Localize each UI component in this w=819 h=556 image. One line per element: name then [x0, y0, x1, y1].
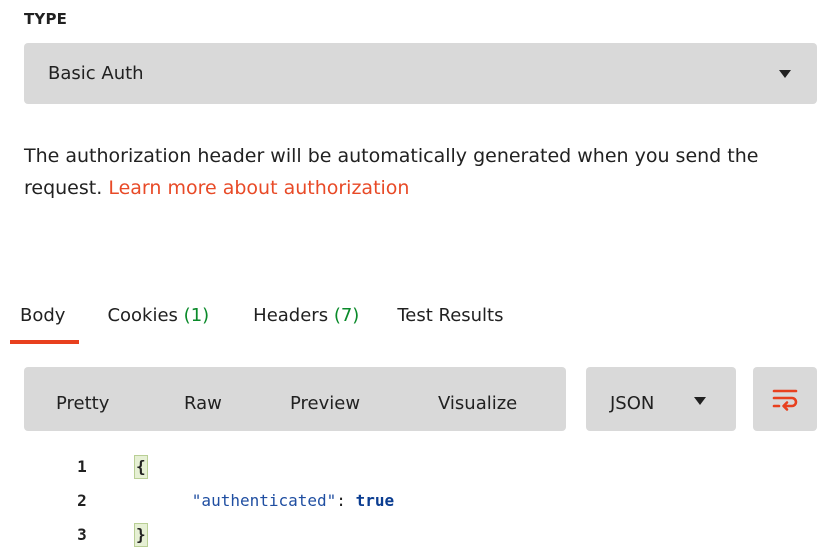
caret-down-icon — [779, 70, 791, 78]
tab-cookies[interactable]: Cookies (1) — [107, 300, 209, 340]
tab-body-label: Body — [20, 305, 66, 326]
auth-description: The authorization header will be automat… — [24, 140, 804, 204]
code-line: 2 "authenticated": true — [0, 486, 819, 520]
tab-test-results-label: Test Results — [397, 305, 504, 326]
learn-more-authorization-link[interactable]: Learn more about authorization — [108, 177, 409, 199]
response-tabs: Body Cookies (1) Headers (7) Test Result… — [9, 300, 546, 348]
tab-headers-count: (7) — [333, 305, 360, 326]
line-content: "authenticated": true — [134, 486, 394, 516]
tab-headers[interactable]: Headers (7) — [253, 300, 359, 340]
view-preview-button[interactable]: Preview — [290, 385, 360, 414]
tab-headers-label: Headers — [253, 305, 329, 326]
response-format-select[interactable]: JSON — [586, 367, 736, 431]
tab-test-results[interactable]: Test Results — [397, 300, 503, 340]
line-number: 2 — [77, 491, 87, 510]
view-raw-button[interactable]: Raw — [184, 385, 222, 414]
json-value: true — [355, 491, 395, 510]
json-close-brace: } — [134, 523, 148, 547]
response-body-code[interactable]: 1 { 2 "authenticated": true 3 } — [0, 452, 819, 554]
auth-type-value: Basic Auth — [48, 63, 144, 84]
auth-type-label: TYPE — [24, 10, 68, 28]
caret-down-icon — [694, 397, 706, 405]
code-line: 3 } — [0, 520, 819, 554]
tab-body[interactable]: Body — [9, 300, 81, 344]
authorization-and-response-panel: TYPE Basic Auth The authorization header… — [0, 0, 819, 556]
json-open-brace: { — [134, 455, 148, 479]
line-number: 3 — [77, 525, 87, 544]
line-content: { — [134, 452, 148, 482]
json-key: "authenticated" — [191, 491, 337, 510]
wrap-lines-button[interactable] — [753, 367, 817, 431]
line-content: } — [134, 520, 148, 550]
view-pretty-button[interactable]: Pretty — [56, 385, 109, 414]
view-visualize-button[interactable]: Visualize — [438, 385, 517, 414]
json-colon: : — [336, 491, 356, 510]
auth-type-select[interactable]: Basic Auth — [24, 43, 817, 104]
tab-cookies-label: Cookies — [107, 305, 178, 326]
wrap-lines-icon — [772, 389, 798, 411]
line-number: 1 — [77, 457, 87, 476]
response-format-value: JSON — [610, 392, 655, 414]
body-view-mode-group: Pretty Raw Preview Visualize — [24, 367, 566, 431]
code-line: 1 { — [0, 452, 819, 486]
tab-cookies-count: (1) — [183, 305, 210, 326]
